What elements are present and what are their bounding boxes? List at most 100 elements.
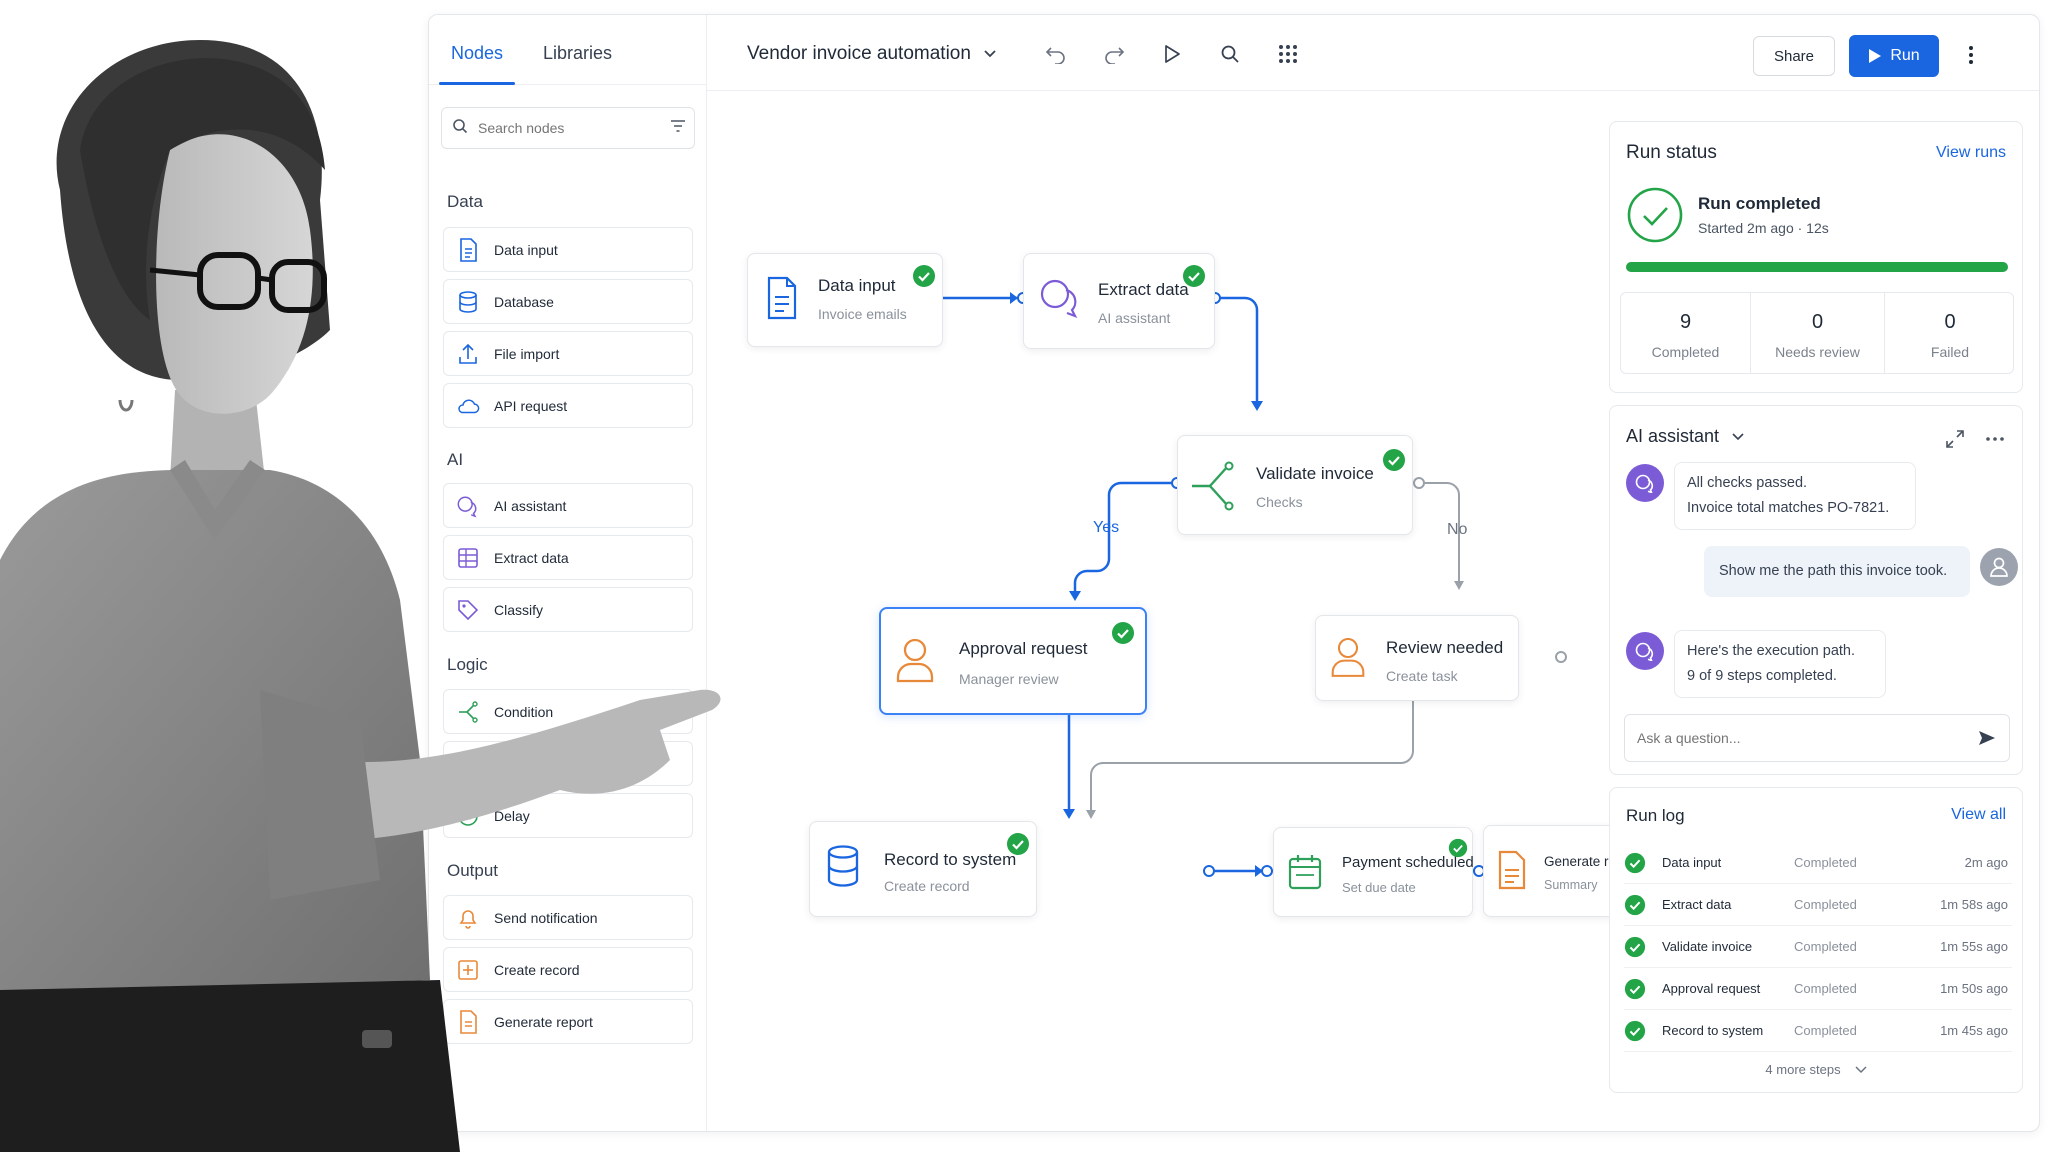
report-icon bbox=[456, 1009, 480, 1034]
tab-nodes[interactable]: Nodes bbox=[438, 15, 516, 85]
more-options-icon[interactable] bbox=[1984, 428, 2006, 450]
palette-item-generate-report[interactable]: Generate report bbox=[443, 999, 693, 1044]
tab-libraries[interactable]: Libraries bbox=[543, 15, 612, 85]
run-progress-fill bbox=[1626, 262, 2008, 272]
play-icon[interactable] bbox=[1159, 41, 1185, 67]
check-circle-icon bbox=[1183, 265, 1205, 287]
flow-node-validate-invoice[interactable]: Validate invoice Checks bbox=[1177, 435, 1413, 535]
palette-item-label: Extract data bbox=[494, 549, 569, 566]
workflow-canvas[interactable]: Yes No Data input Invoice emails Extract… bbox=[707, 91, 1643, 1131]
log-row[interactable]: Validate invoice Completed 1m 55s ago bbox=[1624, 926, 2012, 968]
check-circle-outline-icon bbox=[1627, 187, 1683, 243]
palette-item-file-import[interactable]: File import bbox=[443, 331, 693, 376]
message-line: All checks passed. bbox=[1687, 475, 1808, 491]
log-step-time: 1m 50s ago bbox=[1940, 981, 2008, 996]
stat-needs-review: 0 Needs review bbox=[1751, 293, 1885, 373]
flow-node-review-needed[interactable]: Review needed Create task bbox=[1315, 615, 1519, 701]
search-icon[interactable] bbox=[1217, 41, 1243, 67]
log-row[interactable]: Record to system Completed 1m 45s ago bbox=[1624, 1010, 2012, 1052]
section-title-ai: AI bbox=[447, 450, 464, 469]
flow-node-payment-scheduled[interactable]: Payment scheduled Set due date bbox=[1273, 827, 1474, 917]
run-log-title: Run log bbox=[1626, 806, 1685, 825]
section-title-data: Data bbox=[447, 192, 483, 211]
flow-node-extract-data[interactable]: Extract data AI assistant bbox=[1023, 253, 1215, 349]
palette-item-label: Send notification bbox=[494, 909, 598, 926]
search-box[interactable] bbox=[441, 107, 695, 149]
palette-item-label: Database bbox=[494, 293, 554, 310]
redo-icon[interactable] bbox=[1101, 41, 1127, 67]
chat-bubbles-icon bbox=[1635, 474, 1654, 493]
run-started-text: Started 2m ago · 12s bbox=[1698, 220, 1829, 236]
palette-item-send-notification[interactable]: Send notification bbox=[443, 895, 693, 940]
check-circle-icon bbox=[1624, 1020, 1646, 1041]
log-step-name: Extract data bbox=[1662, 897, 1732, 912]
flow-node-data-input[interactable]: Data input Invoice emails bbox=[747, 253, 943, 347]
ai-avatar bbox=[1626, 632, 1664, 670]
assistant-title-dropdown[interactable]: AI assistant bbox=[1626, 426, 1745, 447]
palette-item-api-request[interactable]: API request bbox=[443, 383, 693, 428]
play-icon bbox=[1869, 49, 1882, 63]
assistant-input[interactable] bbox=[1637, 730, 1977, 746]
run-button[interactable]: Run bbox=[1849, 35, 1939, 77]
palette-item-database[interactable]: Database bbox=[443, 279, 693, 324]
assistant-input-box[interactable] bbox=[1624, 714, 2010, 762]
branch-icon bbox=[456, 700, 480, 724]
stat-label: Failed bbox=[1930, 344, 1970, 360]
node-title: Validate invoice bbox=[1256, 464, 1374, 483]
log-step-time: 1m 45s ago bbox=[1940, 1023, 2008, 1038]
palette-item-label: Generate report bbox=[494, 1013, 593, 1030]
send-icon[interactable] bbox=[1977, 729, 1997, 747]
flow-node-approval-request[interactable]: Approval request Manager review bbox=[879, 607, 1147, 715]
node-title: Record to system bbox=[884, 850, 1017, 869]
chat-bubbles-icon bbox=[456, 494, 480, 518]
stat-label: Completed bbox=[1651, 344, 1720, 360]
chevron-down-icon bbox=[1855, 1065, 1867, 1073]
node-subtitle: Create record bbox=[884, 878, 970, 894]
more-steps-toggle[interactable]: 4 more steps bbox=[1610, 1062, 2022, 1077]
branch-icon bbox=[1192, 461, 1234, 511]
check-circle-icon bbox=[1624, 978, 1646, 999]
search-input[interactable] bbox=[478, 120, 659, 136]
view-runs-link[interactable]: View runs bbox=[1936, 144, 2006, 162]
flow-node-record-to-system[interactable]: Record to system Create record bbox=[809, 821, 1037, 917]
undo-icon[interactable] bbox=[1043, 41, 1069, 67]
stage: Nodes Libraries Data Data input Database bbox=[0, 0, 2048, 1152]
expand-icon[interactable] bbox=[1944, 428, 1966, 450]
grid-icon[interactable] bbox=[1275, 41, 1301, 67]
node-title: Extract data bbox=[1098, 280, 1189, 299]
filter-icon[interactable] bbox=[669, 118, 687, 139]
palette-item-ai-assistant[interactable]: AI assistant bbox=[443, 483, 693, 528]
palette-item-data-input[interactable]: Data input bbox=[443, 227, 693, 272]
node-title: Data input bbox=[818, 276, 896, 295]
document-icon bbox=[456, 237, 480, 262]
check-circle-icon bbox=[1624, 894, 1646, 915]
palette-item-condition[interactable]: Condition bbox=[443, 689, 693, 734]
stat-value: 0 bbox=[1811, 311, 1824, 333]
right-panel: Run status View runs Run completed Start… bbox=[1595, 91, 2039, 1131]
palette-item-delay[interactable]: Delay bbox=[443, 793, 693, 838]
palette-item-label: Data input bbox=[494, 241, 558, 258]
node-subtitle: Set due date bbox=[1342, 880, 1416, 895]
more-options-icon[interactable] bbox=[1959, 43, 1983, 67]
log-row[interactable]: Data input Completed 2m ago bbox=[1624, 842, 2012, 884]
palette-item-router[interactable]: Router bbox=[443, 741, 693, 786]
workflow-title: Vendor invoice automation bbox=[747, 43, 971, 64]
chat-bubbles-icon bbox=[1040, 279, 1078, 319]
palette-item-label: API request bbox=[494, 397, 568, 414]
palette-item-extract-data[interactable]: Extract data bbox=[443, 535, 693, 580]
log-row[interactable]: Extract data Completed 1m 58s ago bbox=[1624, 884, 2012, 926]
ai-avatar bbox=[1626, 464, 1664, 502]
log-row[interactable]: Approval request Completed 1m 50s ago bbox=[1624, 968, 2012, 1010]
palette-item-classify[interactable]: Classify bbox=[443, 587, 693, 632]
run-status-card: Run status View runs Run completed Start… bbox=[1609, 121, 2023, 393]
workflow-title-dropdown[interactable]: Vendor invoice automation bbox=[747, 43, 997, 65]
palette-item-create-record[interactable]: Create record bbox=[443, 947, 693, 992]
clock-icon bbox=[456, 804, 480, 828]
log-step-time: 2m ago bbox=[1964, 855, 2008, 870]
view-all-link[interactable]: View all bbox=[1951, 806, 2006, 824]
share-button[interactable]: Share bbox=[1753, 36, 1835, 76]
top-bar: Vendor invoice automation Share Run bbox=[707, 15, 2039, 91]
palette-item-label: Condition bbox=[494, 703, 554, 720]
check-circle-icon bbox=[1448, 838, 1468, 858]
check-circle-icon bbox=[1624, 852, 1646, 873]
